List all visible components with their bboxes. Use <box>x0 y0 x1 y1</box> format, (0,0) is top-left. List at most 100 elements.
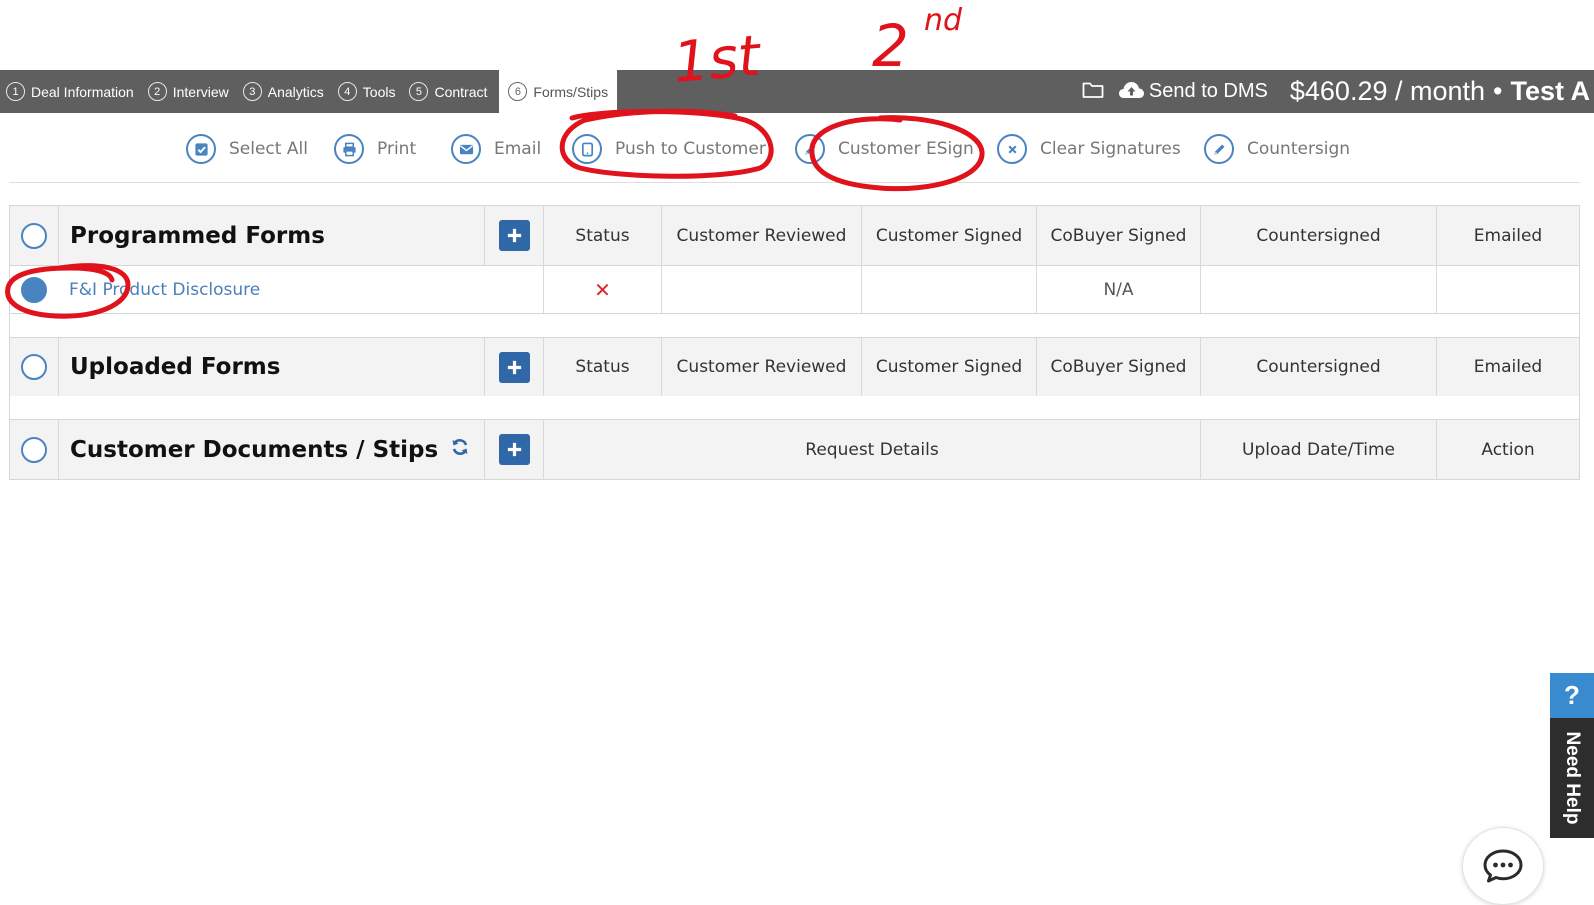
section-spacer <box>9 396 1580 420</box>
customer-reviewed-cell <box>661 266 861 313</box>
form-name-cell: F&I Product Disclosure <box>58 266 543 313</box>
column-header-customer-reviewed: Customer Reviewed <box>661 206 861 265</box>
column-header-customer-reviewed: Customer Reviewed <box>661 338 861 396</box>
column-header-emailed: Emailed <box>1436 338 1579 396</box>
print-button[interactable]: Print <box>334 131 416 167</box>
step-number: 6 <box>508 82 528 101</box>
countersign-button[interactable]: Countersign <box>1204 131 1350 167</box>
column-header-emailed: Emailed <box>1436 206 1579 265</box>
programmed-forms-header: Programmed Forms Status Customer Reviewe… <box>10 206 1579 266</box>
customer-documents-header: Customer Documents / Stips Request Detai… <box>10 420 1579 479</box>
status-x-icon: ✕ <box>594 277 611 302</box>
select-all-button[interactable]: Select All <box>186 131 308 167</box>
customer-esign-button[interactable]: Customer ESign <box>795 131 974 167</box>
column-header-countersigned: Countersigned <box>1200 338 1436 396</box>
printer-icon <box>334 134 364 164</box>
step-forms-stips[interactable]: 6 Forms/Stips <box>499 70 618 113</box>
uploaded-forms-table: Uploaded Forms Status Customer Reviewed … <box>9 337 1580 397</box>
plus-icon <box>507 228 521 243</box>
step-contract[interactable]: 5 Contract <box>403 70 495 113</box>
toolbar-divider <box>9 182 1580 183</box>
refresh-icon[interactable] <box>438 437 470 463</box>
wizard-steps: 1 Deal Information 2 Interview 3 Analyti… <box>0 70 618 113</box>
status-cell: ✕ <box>543 266 661 313</box>
step-label: Interview <box>172 83 229 100</box>
emailed-cell <box>1436 266 1579 313</box>
step-label: Analytics <box>267 83 324 100</box>
countersigned-cell <box>1200 266 1436 313</box>
second-superscript-annotation-text: nd <box>924 3 963 38</box>
nav-right-group: Send to DMS $460.29 / month • Test A <box>1082 70 1594 113</box>
form-name-link[interactable]: F&I Product Disclosure <box>69 280 260 300</box>
clear-signatures-label: Clear Signatures <box>1040 139 1181 159</box>
send-to-dms-label: Send to DMS <box>1148 80 1268 102</box>
select-cell <box>10 206 58 265</box>
countersign-label: Countersign <box>1247 139 1351 159</box>
step-number: 5 <box>409 82 429 101</box>
monthly-payment: $460.29 / month <box>1289 76 1486 106</box>
column-header-status: Status <box>543 338 661 396</box>
send-to-dms-button[interactable]: Send to DMS <box>1118 80 1290 104</box>
uploaded-forms-title: Uploaded Forms <box>58 338 484 396</box>
add-customer-document-button[interactable] <box>498 434 530 465</box>
chat-button[interactable] <box>1462 827 1544 905</box>
email-button[interactable]: Email <box>451 131 541 167</box>
tablet-icon <box>572 134 602 164</box>
column-header-cobuyer-signed: CoBuyer Signed <box>1036 338 1200 396</box>
step-label: Contract <box>434 83 488 100</box>
deal-name: Test A <box>1510 76 1590 106</box>
print-label: Print <box>377 139 417 159</box>
step-number: 2 <box>147 82 167 101</box>
customer-documents-title: Customer Documents / Stips <box>70 436 439 463</box>
column-header-customer-signed: Customer Signed <box>861 338 1036 396</box>
column-header-upload-date-time: Upload Date/Time <box>1200 420 1436 479</box>
close-icon <box>997 134 1027 164</box>
step-number: 3 <box>242 82 262 101</box>
programmed-forms-title: Programmed Forms <box>58 206 484 265</box>
select-all-label: Select All <box>229 139 308 159</box>
add-uploaded-form-button[interactable] <box>498 351 530 383</box>
column-header-cobuyer-signed: CoBuyer Signed <box>1036 206 1200 265</box>
separator-dot: • <box>1493 76 1503 106</box>
programmed-forms-table: Programmed Forms Status Customer Reviewe… <box>9 205 1580 315</box>
uploaded-forms-select-radio[interactable] <box>21 354 47 380</box>
add-cell <box>484 420 543 479</box>
plus-icon <box>507 360 521 374</box>
top-nav-bar: 1 Deal Information 2 Interview 3 Analyti… <box>0 70 1594 113</box>
plus-icon <box>507 442 521 457</box>
push-to-customer-button[interactable]: Push to Customer <box>572 131 766 167</box>
form-select-radio[interactable] <box>21 276 47 303</box>
table-row[interactable]: F&I Product Disclosure ✕ N/A <box>10 266 1579 314</box>
step-analytics[interactable]: 3 Analytics <box>237 70 332 113</box>
email-label: Email <box>494 139 542 159</box>
step-label: Forms/Stips <box>533 83 609 100</box>
column-header-customer-signed: Customer Signed <box>861 206 1036 265</box>
step-label: Deal Information <box>31 83 134 100</box>
checkbox-icon <box>186 134 216 164</box>
need-help-tab[interactable]: ? Need Help <box>1550 673 1594 838</box>
step-interview[interactable]: 2 Interview <box>142 70 237 113</box>
push-to-customer-label: Push to Customer <box>615 139 766 159</box>
select-cell <box>10 420 58 479</box>
customer-documents-table: Customer Documents / Stips Request Detai… <box>9 419 1580 480</box>
step-deal-information[interactable]: 1 Deal Information <box>0 70 142 113</box>
forms-toolbar: Select All Print Email Push to Customer … <box>0 131 1594 167</box>
customer-documents-select-radio[interactable] <box>21 436 47 463</box>
step-number: 4 <box>337 82 357 101</box>
question-mark-icon: ? <box>1550 673 1594 718</box>
column-header-countersigned: Countersigned <box>1200 206 1436 265</box>
cobuyer-signed-cell: N/A <box>1036 266 1200 313</box>
column-header-request-details: Request Details <box>543 420 1200 479</box>
uploaded-forms-header: Uploaded Forms Status Customer Reviewed … <box>10 338 1579 396</box>
programmed-forms-select-radio[interactable] <box>21 222 47 249</box>
add-cell <box>484 206 543 265</box>
customer-esign-label: Customer ESign <box>838 139 974 159</box>
clear-signatures-button[interactable]: Clear Signatures <box>997 131 1181 167</box>
step-tools[interactable]: 4 Tools <box>332 70 404 113</box>
pencil-icon <box>795 134 825 164</box>
add-programmed-form-button[interactable] <box>498 220 530 251</box>
folder-icon[interactable] <box>1082 81 1118 103</box>
cloud-upload-icon <box>1118 80 1149 104</box>
envelope-icon <box>451 134 481 164</box>
section-spacer <box>9 314 1580 338</box>
